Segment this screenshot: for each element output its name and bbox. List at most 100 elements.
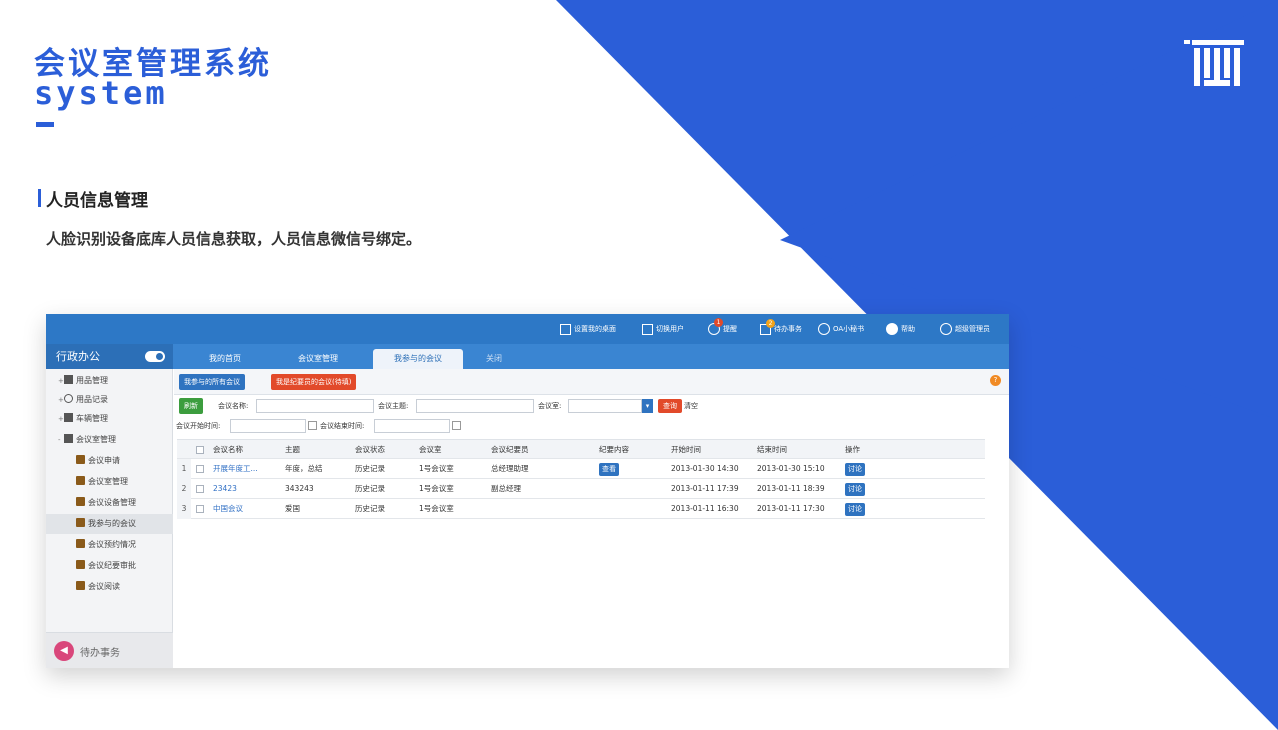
sidebar-item-supplies[interactable]: + 用品管理: [46, 371, 173, 391]
subject-input[interactable]: [416, 399, 534, 413]
minutes-pending-button[interactable]: 我是纪要员的会议(待填): [271, 374, 357, 390]
sidebar-item-room-management[interactable]: 会议室管理: [46, 472, 173, 492]
section-marker: [38, 189, 41, 207]
reminder-icon: 1: [708, 318, 723, 335]
topbar-help[interactable]: 帮助: [886, 322, 915, 336]
column-header[interactable]: 结束时间: [757, 440, 787, 460]
todo-panel[interactable]: ◀ 待办事务: [46, 632, 173, 668]
topbar-label: 待办事务: [774, 325, 802, 333]
sidebar-item-minutes-approval[interactable]: 会议纪要审批: [46, 556, 173, 576]
topbar-admin[interactable]: 超级管理员: [940, 322, 990, 336]
sidebar-item-meeting-rooms[interactable]: - 会议室管理: [46, 430, 173, 450]
column-header[interactable]: 会议名称: [213, 440, 243, 460]
top-bar: 设置我的桌面 切换用户 1 提醒 2 待办事务 OA小秘书 帮助 超级管理员: [46, 314, 1009, 344]
brand-logo-icon: [1184, 40, 1244, 86]
cell-end-time: 2013-01-30 15:10: [757, 464, 825, 473]
sidebar-item-reservations[interactable]: 会议预约情况: [46, 535, 173, 555]
calendar-icon[interactable]: [452, 421, 461, 430]
sidebar-item-supply-records[interactable]: + 用品记录: [46, 390, 173, 410]
topbar-label: 切换用户: [656, 325, 684, 333]
chevron-down-icon[interactable]: ▾: [642, 399, 653, 413]
cell-end-time: 2013-01-11 18:39: [757, 484, 825, 493]
tab-my-meetings[interactable]: 我参与的会议: [373, 349, 463, 369]
section-title: 人员信息管理: [46, 191, 148, 211]
topbar-oa-secretary[interactable]: OA小秘书: [818, 322, 864, 336]
clear-button[interactable]: 清空: [684, 401, 698, 411]
tab-home[interactable]: 我的首页: [185, 349, 265, 369]
briefcase-icon: [76, 476, 85, 485]
query-button[interactable]: 查询: [658, 399, 682, 413]
sidebar: 行政办公 + 用品管理 + 用品记录 + 车辆管理 - 会议室管理 会议申请 会议室管理…: [46, 344, 173, 668]
column-header[interactable]: 会议纪要员: [491, 440, 529, 460]
all-meetings-button[interactable]: 我参与的所有会议: [179, 374, 245, 390]
desktop-grid-icon: [560, 323, 571, 335]
calendar-icon[interactable]: [308, 421, 317, 430]
app-window: 设置我的桌面 切换用户 1 提醒 2 待办事务 OA小秘书 帮助 超级管理员 行…: [46, 314, 1009, 668]
topbar-reminder[interactable]: 1 提醒: [708, 318, 737, 336]
help-icon: [886, 323, 898, 335]
sidebar-item-vehicles[interactable]: + 车辆管理: [46, 409, 173, 429]
row-checkbox[interactable]: [196, 465, 204, 473]
table-row[interactable]: 1 开展年度工... 年度，总结 历史记录 1号会议室 总经理助理 查看 201…: [177, 459, 985, 479]
column-header[interactable]: 纪要内容: [599, 440, 629, 460]
meeting-name-link[interactable]: 23423: [213, 479, 237, 499]
briefcase-icon: [76, 497, 85, 506]
sidebar-item-my-meetings[interactable]: 我参与的会议: [46, 514, 173, 534]
row-number: 1: [177, 459, 191, 479]
todo-icon: 2: [760, 318, 775, 335]
filter-row-2: 会议开始时间: 会议结束时间:: [174, 416, 1009, 436]
sidebar-item-label: 会议纪要审批: [88, 561, 136, 570]
row-number: 2: [177, 479, 191, 499]
cell-subject: 爱国: [285, 504, 300, 513]
view-minutes-button[interactable]: 查看: [599, 463, 619, 476]
briefcase-icon: [76, 455, 85, 464]
sidebar-item-meeting-apply[interactable]: 会议申请: [46, 451, 173, 471]
sidebar-item-label: 车辆管理: [76, 414, 108, 423]
todo-label: 待办事务: [80, 648, 120, 659]
sidebar-header: 行政办公: [46, 344, 173, 369]
row-checkbox[interactable]: [196, 505, 204, 513]
end-time-input[interactable]: [374, 419, 450, 433]
end-time-label: 会议结束时间:: [320, 422, 365, 430]
sidebar-item-equipment[interactable]: 会议设备管理: [46, 493, 173, 513]
row-checkbox[interactable]: [196, 485, 204, 493]
cell-recorder: 总经理助理: [491, 464, 529, 473]
table-row[interactable]: 3 中国会议 爱国 历史记录 1号会议室 2013-01-11 16:30 20…: [177, 499, 985, 519]
column-header[interactable]: 会议室: [419, 440, 442, 460]
topbar-set-desktop[interactable]: 设置我的桌面: [560, 322, 616, 336]
sidebar-header-label: 行政办公: [56, 350, 100, 363]
topbar-todo[interactable]: 2 待办事务: [760, 318, 802, 336]
meeting-name-link[interactable]: 中国会议: [213, 499, 243, 519]
topbar-label: 超级管理员: [955, 325, 990, 333]
tab-bar: 我的首页 会议室管理 我参与的会议 关闭: [173, 344, 1009, 369]
clock-icon: [64, 394, 73, 403]
column-header[interactable]: 开始时间: [671, 440, 701, 460]
discuss-button[interactable]: 讨论: [845, 503, 865, 516]
start-time-input[interactable]: [230, 419, 306, 433]
select-all-checkbox[interactable]: [196, 446, 204, 454]
discuss-button[interactable]: 讨论: [845, 483, 865, 496]
sidebar-toggle[interactable]: [145, 351, 165, 362]
subject-label: 会议主题:: [378, 402, 409, 410]
tab-close[interactable]: 关闭: [469, 349, 519, 369]
column-header: 操作: [845, 445, 860, 454]
building-icon: [64, 434, 73, 443]
title-underline: [36, 122, 54, 127]
table-row[interactable]: 2 23423 343243 历史记录 1号会议室 副总经理 2013-01-1…: [177, 479, 985, 499]
meeting-name-link[interactable]: 开展年度工...: [213, 459, 258, 479]
room-select[interactable]: [568, 399, 642, 413]
column-header[interactable]: 主题: [285, 440, 300, 460]
briefcase-icon: [76, 539, 85, 548]
switch-user-icon: [642, 323, 653, 335]
topbar-switch-user[interactable]: 切换用户: [642, 322, 684, 336]
meeting-name-input[interactable]: [256, 399, 374, 413]
discuss-button[interactable]: 讨论: [845, 463, 865, 476]
sidebar-item-meeting-reading[interactable]: 会议阅读: [46, 577, 173, 597]
help-icon[interactable]: ?: [990, 375, 1001, 386]
column-header[interactable]: 会议状态: [355, 440, 385, 460]
refresh-button[interactable]: 刷新: [179, 398, 203, 414]
cell-status: 历史记录: [355, 484, 385, 493]
tab-room-management[interactable]: 会议室管理: [273, 349, 363, 369]
briefcase-icon: [76, 581, 85, 590]
briefcase-icon: [76, 560, 85, 569]
